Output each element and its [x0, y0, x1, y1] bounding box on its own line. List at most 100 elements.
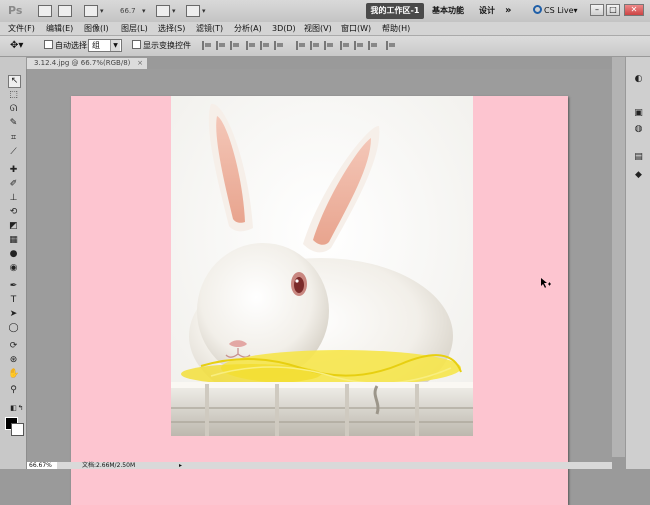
distribute-bottom-edges-icon[interactable]	[324, 41, 334, 50]
document-size-info: 文档:2.66M/2.50M	[82, 462, 136, 469]
ellipse-tool-icon[interactable]: ◯	[8, 323, 19, 334]
menu-filter[interactable]: 滤镜(T)	[196, 23, 223, 34]
zoom-tool-icon[interactable]: ⚲	[8, 385, 19, 396]
arrange-documents-icon[interactable]	[156, 5, 170, 17]
lasso-tool-icon[interactable]: ᘏ	[8, 104, 19, 115]
application-bar: Ps ▾ 66.7 ▾ ▾ ▾ 我的工作区-1 基本功能 设计 » CS Liv…	[0, 0, 650, 23]
checkbox-icon	[132, 40, 141, 49]
workspace-essentials-button[interactable]: 基本功能	[432, 3, 464, 19]
dodge-tool-icon[interactable]: ◉	[8, 263, 19, 274]
align-bottom-edges-icon[interactable]	[230, 41, 240, 50]
canvas-area[interactable]	[27, 69, 612, 505]
chevron-down-icon[interactable]: ▾	[202, 3, 206, 19]
document-canvas[interactable]	[71, 96, 568, 505]
quick-selection-tool-icon[interactable]: ✎	[8, 118, 19, 129]
chevron-down-icon[interactable]: ▾	[142, 3, 146, 19]
menu-window[interactable]: 窗口(W)	[341, 23, 371, 34]
zoom-level[interactable]: 66.7	[120, 3, 136, 19]
chevron-down-icon[interactable]: ▾	[172, 3, 176, 19]
eraser-tool-icon[interactable]: ◩	[8, 221, 19, 232]
rabbit-photo	[171, 96, 473, 436]
distribute-horizontal-centers-icon[interactable]	[354, 41, 364, 50]
rectangular-marquee-tool-icon[interactable]: ⬚	[8, 90, 19, 101]
show-transform-controls-checkbox[interactable]: 显示变换控件	[132, 40, 191, 52]
menu-file[interactable]: 文件(F)	[8, 23, 35, 34]
close-icon[interactable]: ×	[137, 58, 143, 69]
eyedropper-tool-icon[interactable]: ⟋	[8, 147, 19, 158]
adjustments-panel-icon[interactable]: ▣	[632, 107, 645, 120]
3d-orbit-tool-icon[interactable]: ⊛	[8, 355, 19, 366]
chevron-down-icon[interactable]: ▾	[100, 3, 104, 19]
auto-select-label: 自动选择:	[55, 41, 90, 50]
document-tab[interactable]: 3.12.4.jpg @ 66.7%(RGB/8) ×	[26, 57, 148, 69]
3d-rotate-tool-icon[interactable]: ⟳	[8, 341, 19, 352]
background-color-swatch[interactable]	[11, 423, 24, 436]
move-tool-icon[interactable]: ↖	[8, 75, 21, 88]
blur-tool-icon[interactable]: ●	[8, 249, 19, 260]
channels-panel-icon[interactable]: ▤	[632, 151, 645, 164]
menu-help[interactable]: 帮助(H)	[382, 23, 410, 34]
workspace-active-button[interactable]: 我的工作区-1	[366, 3, 424, 19]
menu-analysis[interactable]: 分析(A)	[234, 23, 262, 34]
distribute-right-edges-icon[interactable]	[368, 41, 378, 50]
panel-collapse-strip[interactable]	[612, 57, 625, 457]
menu-view[interactable]: 视图(V)	[304, 23, 332, 34]
view-extras-icon[interactable]	[84, 5, 98, 17]
menu-edit[interactable]: 编辑(E)	[46, 23, 73, 34]
mouse-cursor-icon	[541, 278, 551, 290]
distribute-top-edges-icon[interactable]	[296, 41, 306, 50]
zoom-input[interactable]: 66.67%	[27, 462, 57, 469]
gradient-tool-icon[interactable]: ▦	[8, 235, 19, 246]
workspace-design-button[interactable]: 设计	[479, 3, 495, 19]
move-tool-preset-icon[interactable]: ✥▾	[10, 40, 23, 52]
layers-panel-icon[interactable]: ◆	[632, 169, 645, 182]
navigator-panel-icon[interactable]: ◐	[632, 73, 645, 86]
chevron-down-icon: ▼	[110, 40, 120, 51]
cs-live-icon	[533, 5, 542, 14]
screen-mode-icon[interactable]	[186, 5, 200, 17]
auto-select-target-value: 组	[92, 41, 100, 50]
menu-select[interactable]: 选择(S)	[158, 23, 185, 34]
minimize-button[interactable]: –	[590, 4, 604, 16]
align-right-edges-icon[interactable]	[274, 41, 284, 50]
align-left-edges-icon[interactable]	[246, 41, 256, 50]
type-tool-icon[interactable]: T	[8, 295, 19, 306]
auto-select-target-select[interactable]: 组 ▼	[88, 39, 122, 52]
clone-stamp-tool-icon[interactable]: ⊥	[8, 193, 19, 204]
path-selection-tool-icon[interactable]: ➤	[8, 309, 19, 320]
spot-healing-brush-tool-icon[interactable]: ✚	[8, 165, 19, 176]
status-bar: 66.67% 文档:2.66M/2.50M ▸	[27, 462, 612, 469]
menu-layer[interactable]: 图层(L)	[121, 23, 148, 34]
show-transform-label: 显示变换控件	[143, 41, 191, 50]
brush-tool-icon[interactable]: ✐	[8, 179, 19, 190]
menu-bar: 文件(F) 编辑(E) 图像(I) 图层(L) 选择(S) 滤镜(T) 分析(A…	[0, 22, 650, 36]
mini-bridge-icon[interactable]	[58, 5, 72, 17]
align-horizontal-centers-icon[interactable]	[260, 41, 270, 50]
cs-live-button[interactable]: CS Live▾	[533, 3, 578, 19]
distribute-vertical-centers-icon[interactable]	[310, 41, 320, 50]
maximize-button[interactable]: □	[606, 4, 620, 16]
close-button[interactable]: ✕	[624, 4, 644, 16]
swap-colors-icon[interactable]: ↰	[15, 403, 26, 414]
auto-select-checkbox[interactable]: 自动选择:	[44, 40, 90, 52]
document-tab-title: 3.12.4.jpg @ 66.7%(RGB/8)	[34, 59, 131, 67]
tools-panel: ↖ ⬚ ᘏ ✎ ⌗ ⟋ ✚ ✐ ⊥ ⟲ ◩ ▦ ● ◉ ✒ T ➤ ◯ ⟳ ⊛ …	[0, 57, 27, 469]
checkbox-icon	[44, 40, 53, 49]
history-brush-tool-icon[interactable]: ⟲	[8, 207, 19, 218]
distribute-left-edges-icon[interactable]	[340, 41, 350, 50]
masks-panel-icon[interactable]: ◍	[632, 123, 645, 136]
pen-tool-icon[interactable]: ✒	[8, 281, 19, 292]
menu-3d[interactable]: 3D(D)	[272, 23, 296, 34]
bridge-icon[interactable]	[38, 5, 52, 17]
align-vertical-centers-icon[interactable]	[216, 41, 226, 50]
menu-image[interactable]: 图像(I)	[84, 23, 109, 34]
hand-tool-icon[interactable]: ✋	[8, 369, 19, 380]
photoshop-logo: Ps	[8, 4, 23, 17]
auto-align-layers-icon[interactable]	[386, 41, 396, 50]
crop-tool-icon[interactable]: ⌗	[8, 133, 19, 144]
align-top-edges-icon[interactable]	[202, 41, 212, 50]
cs-live-label: CS Live▾	[544, 6, 578, 15]
status-menu-arrow-icon[interactable]: ▸	[179, 462, 182, 469]
panel-dock: ◐ ▣ ◍ ▤ ◆	[625, 57, 650, 469]
more-workspaces-button[interactable]: »	[505, 3, 511, 19]
